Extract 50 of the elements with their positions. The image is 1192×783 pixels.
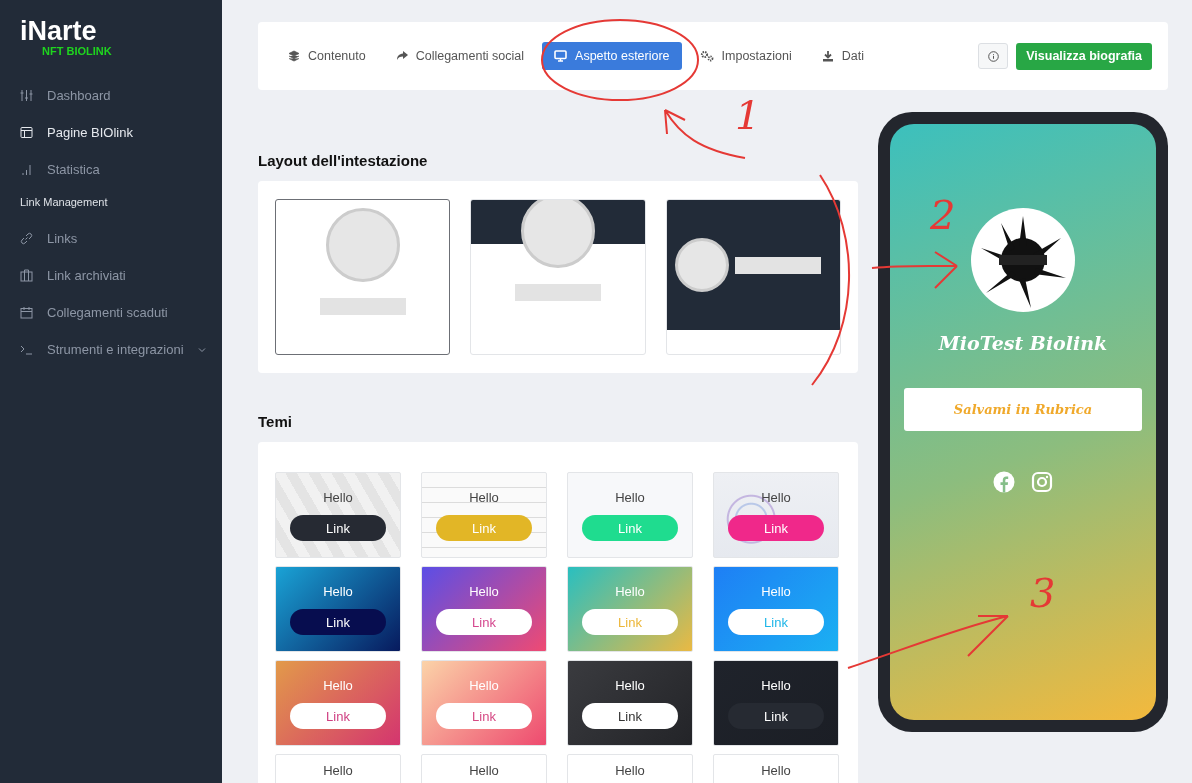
theme-preview[interactable]: Hello Link — [713, 660, 839, 746]
sidebar-item[interactable]: Strumenti e integrazioni — [20, 331, 222, 368]
annotation-number: 1 — [735, 92, 761, 138]
theme-preview[interactable]: Hello — [713, 754, 839, 783]
tab[interactable]: Contenuto — [276, 42, 378, 70]
tab[interactable]: Collegamenti social — [383, 42, 537, 70]
archive-icon — [20, 269, 33, 282]
monitor-icon — [554, 50, 568, 62]
theme-preview[interactable]: Hello Link — [275, 566, 401, 652]
theme-preview[interactable]: Hello — [567, 754, 693, 783]
section-title: Layout dell'intestazione — [258, 152, 429, 169]
terminal-icon — [20, 343, 33, 356]
theme-preview[interactable]: Hello Link — [421, 660, 547, 746]
theme-preview[interactable]: Hello — [421, 754, 547, 783]
annotation-number: 3 — [1030, 570, 1056, 616]
sidebar-item[interactable]: Links — [20, 220, 222, 257]
sliders-icon — [20, 89, 33, 102]
theme-preview[interactable]: Hello Link — [567, 660, 693, 746]
theme-preview[interactable]: Hello Link — [713, 472, 839, 558]
calendar-icon — [20, 306, 33, 319]
annotation-number: 2 — [930, 192, 956, 238]
tab[interactable]: Impostazioni — [687, 42, 804, 70]
info-button[interactable] — [978, 43, 1009, 69]
sidebar-item[interactable]: Pagine BIOlink — [20, 114, 222, 151]
tab[interactable]: Aspetto esteriore — [542, 42, 682, 70]
tab[interactable]: Dati — [809, 42, 876, 70]
layout-icon — [20, 126, 33, 139]
brand-tagline: NFT BIOLINK — [42, 45, 112, 57]
info-icon — [987, 50, 999, 62]
layers-icon — [288, 50, 300, 62]
theme-preview[interactable]: Hello Link — [567, 472, 693, 558]
download-icon — [821, 50, 834, 62]
sidebar-item[interactable]: Statistica — [20, 151, 222, 188]
chevron-icon — [197, 346, 206, 353]
section-heading: Link Management — [20, 196, 109, 210]
theme-preview[interactable]: Hello Link — [421, 566, 547, 652]
theme-preview[interactable]: Hello Link — [421, 472, 547, 558]
theme-preview[interactable]: Hello Link — [275, 472, 401, 558]
theme-preview[interactable]: Hello Link — [275, 660, 401, 746]
link-icon — [20, 232, 33, 245]
sidebar-item[interactable]: Dashboard — [20, 77, 222, 114]
theme-preview[interactable]: Hello — [275, 754, 401, 783]
section-title: Temi — [258, 413, 293, 430]
profile-name: MioTest Biolink — [938, 332, 1108, 354]
sidebar-item[interactable]: Link archiviati — [20, 257, 222, 294]
gears-icon — [699, 50, 714, 62]
brand-logo[interactable]: iNarte — [20, 18, 97, 45]
bar-chart-icon — [20, 163, 33, 176]
share-arrow-icon — [395, 50, 408, 62]
sidebar-item[interactable]: Collegamenti scaduti — [20, 294, 222, 331]
